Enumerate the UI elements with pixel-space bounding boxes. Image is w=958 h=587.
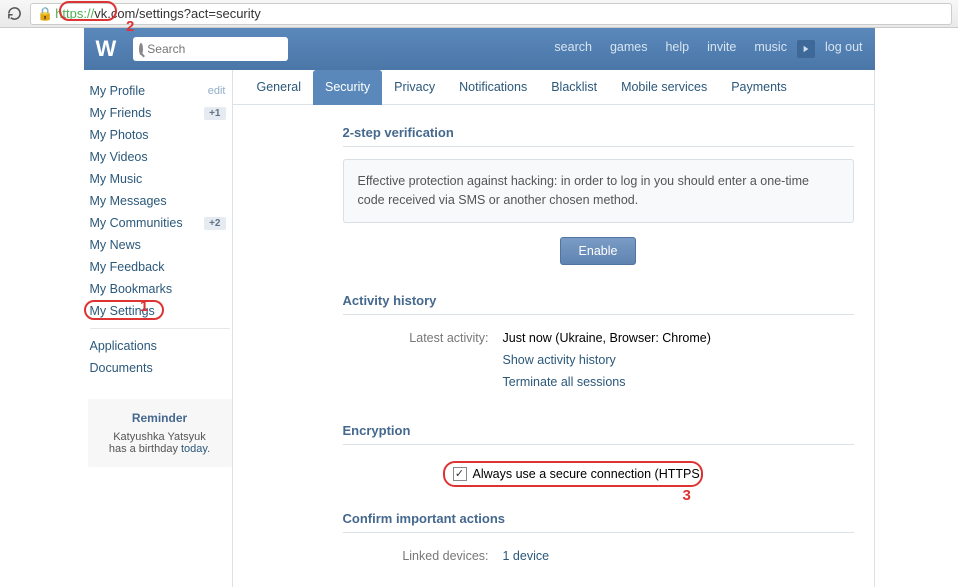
show-activity-history[interactable]: Show activity history [503,353,616,367]
latest-activity-label: Latest activity: [343,331,503,345]
terminate-sessions[interactable]: Terminate all sessions [503,375,626,389]
tab-general[interactable]: General [245,70,313,104]
nav-games[interactable]: games [610,40,648,58]
vk-logo[interactable]: W [96,36,116,62]
header-nav: search games help invite music log out [554,40,862,58]
main-panel: GeneralSecurityPrivacyNotificationsBlack… [232,70,875,587]
sidebar-item-my-communities[interactable]: My Communities +2 [88,212,232,234]
annotation-number-1: 1 [140,298,148,315]
sidebar-item-label: My Friends [90,106,152,120]
search-icon [139,43,143,55]
tab-notifications[interactable]: Notifications [447,70,539,104]
site-header: W search games help invite music log out [84,28,875,70]
sidebar-item-my-news[interactable]: My News [88,234,232,256]
reminder-title: Reminder [94,411,226,425]
sidebar-item-label: My Messages [90,194,167,208]
nav-help[interactable]: help [665,40,689,58]
section-2step-title: 2-step verification [343,125,854,147]
reload-icon[interactable] [6,6,22,22]
sidebar-item-my-bookmarks[interactable]: My Bookmarks [88,278,232,300]
play-icon[interactable] [797,40,815,58]
browser-address-bar: 🔒 https://vk.com/settings?act=security 2 [0,0,958,28]
sidebar-item-documents[interactable]: Documents [88,357,232,379]
nav-music[interactable]: music [754,40,787,58]
sidebar-item-my-settings[interactable]: My Settings [88,300,232,322]
https-checkbox-label: Always use a secure connection (HTTPS) [473,467,704,481]
reminder-text: Katyushka Yatsyuk has a birthday today. [94,431,226,455]
url-field[interactable]: 🔒 https://vk.com/settings?act=security 2 [30,3,952,25]
tab-security[interactable]: Security [313,70,382,105]
sidebar-item-applications[interactable]: Applications [88,335,232,357]
sidebar-item-my-feedback[interactable]: My Feedback [88,256,232,278]
search-input[interactable] [147,42,302,56]
section-encryption-title: Encryption [343,423,854,445]
reminder-link[interactable]: today [181,443,207,455]
sidebar-item-label: My Communities [90,216,183,230]
sidebar-item-my-videos[interactable]: My Videos [88,146,232,168]
sidebar-item-label: My Profile [90,84,146,98]
search-box[interactable] [133,37,288,61]
sidebar-item-my-music[interactable]: My Music [88,168,232,190]
tab-payments[interactable]: Payments [719,70,799,104]
annotation-number-3: 3 [683,487,691,504]
nav-logout[interactable]: log out [825,40,863,58]
counter-badge: +2 [204,217,225,230]
nav-search[interactable]: search [554,40,592,58]
section-confirm-title: Confirm important actions [343,511,854,533]
section-activity-title: Activity history [343,293,854,315]
edit-link[interactable]: edit [208,85,226,97]
lock-icon: 🔒 [37,6,53,22]
sidebar-item-label: My Photos [90,128,149,142]
counter-badge: +1 [204,107,225,120]
tab-privacy[interactable]: Privacy [382,70,447,104]
annotation-number-2: 2 [126,18,134,35]
two-step-infobox: Effective protection against hacking: in… [343,159,854,223]
sidebar-item-label: My Bookmarks [90,282,173,296]
sidebar-separator [90,328,230,329]
sidebar-item-my-photos[interactable]: My Photos [88,124,232,146]
sidebar-item-my-friends[interactable]: My Friends +1 [88,102,232,124]
sidebar-item-label: My Videos [90,150,148,164]
tab-mobile-services[interactable]: Mobile services [609,70,719,104]
sidebar-item-label: My Music [90,172,143,186]
nav-invite[interactable]: invite [707,40,736,58]
enable-button[interactable]: Enable [560,237,637,265]
linked-devices-value[interactable]: 1 device [503,549,550,563]
settings-tabs: GeneralSecurityPrivacyNotificationsBlack… [233,70,874,105]
sidebar-item-label: My News [90,238,141,252]
sidebar-item-my-profile[interactable]: My Profile edit [88,80,232,102]
sidebar-item-my-messages[interactable]: My Messages [88,190,232,212]
left-sidebar: My Profile edit My Friends +1 My Photos My Vi… [84,70,232,587]
latest-activity-value: Just now (Ukraine, Browser: Chrome) [503,331,711,345]
url-path: vk.com/settings?act=security [94,6,261,21]
tab-blacklist[interactable]: Blacklist [539,70,609,104]
reminder-box: Reminder Katyushka Yatsyuk has a birthda… [88,399,232,467]
checkbox-icon[interactable]: ✓ [453,467,467,481]
https-checkbox-row[interactable]: ✓ Always use a secure connection (HTTPS)… [343,457,854,481]
linked-devices-label: Linked devices: [343,549,503,563]
url-scheme: https:// [55,6,94,21]
sidebar-item-label: My Feedback [90,260,165,274]
